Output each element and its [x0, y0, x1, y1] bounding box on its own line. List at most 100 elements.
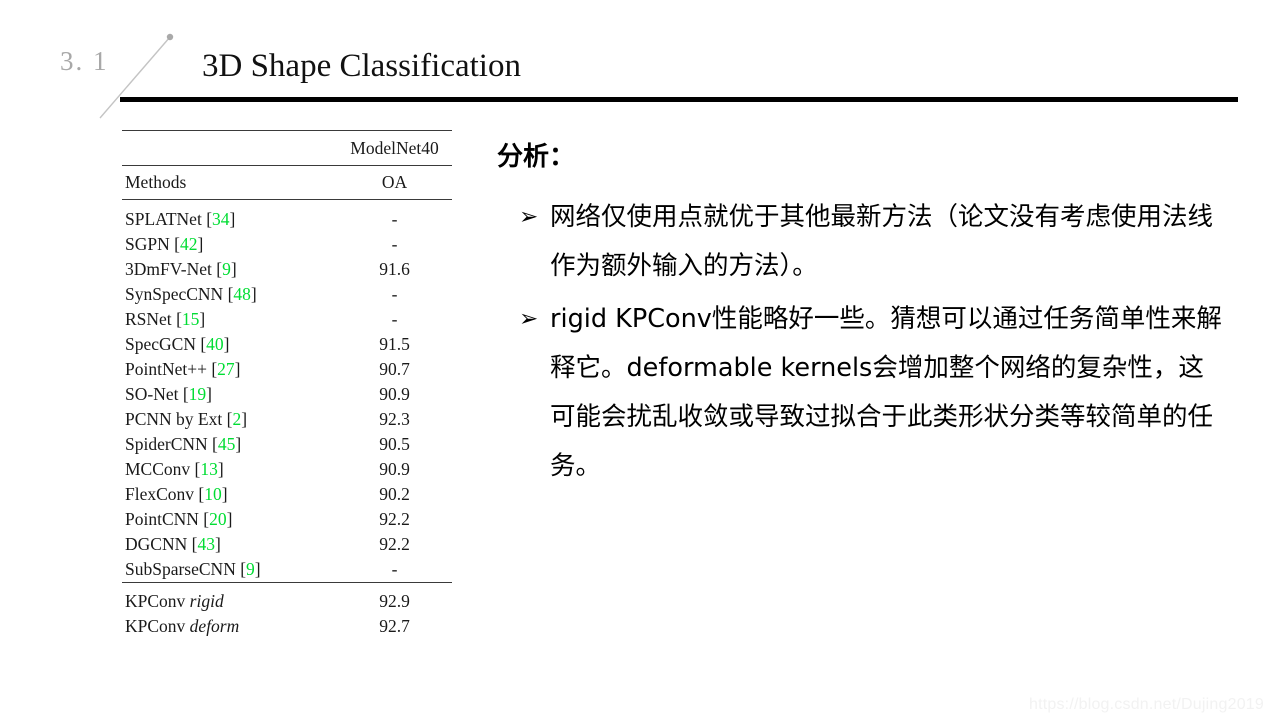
results-table-container: ModelNet40 Methods OA SPLATNet [34] - SGPN [4…	[122, 130, 452, 639]
citation-bracket-close: ]	[199, 309, 206, 329]
table-cell-oa: -	[337, 199, 452, 232]
table-cell-method: SynSpecCNN [48]	[122, 282, 337, 307]
method-name: PointCNN	[125, 509, 204, 529]
table-row: FlexConv [10] 90.2	[122, 482, 452, 507]
table-row-highlight: KPConv rigid 92.9	[122, 583, 452, 615]
citation-bracket-close: ]	[214, 534, 221, 554]
header-divider-rule	[120, 97, 1238, 102]
table-row: PointCNN [20] 92.2	[122, 507, 452, 532]
results-table: ModelNet40 Methods OA SPLATNet [34] - SGPN [4…	[122, 130, 452, 639]
method-name: FlexConv	[125, 484, 199, 504]
table-row: SpiderCNN [45] 90.5	[122, 432, 452, 457]
table-dataset-header-row: ModelNet40	[122, 130, 452, 166]
citation-number: 20	[209, 509, 227, 529]
analysis-bullet-item: ➢ 网络仅使用点就优于其他最新方法（论文没有考虑使用法线作为额外输入的方法）。	[497, 193, 1227, 291]
citation-bracket-close: ]	[241, 409, 248, 429]
table-row: SynSpecCNN [48] -	[122, 282, 452, 307]
table-cell-method: MCConv [13]	[122, 457, 337, 482]
citation-number: 19	[188, 384, 207, 404]
citation-bracket-close: ]	[226, 509, 233, 529]
table-cell-oa: 91.5	[379, 334, 410, 354]
table-cell-method: PCNN by Ext [2]	[122, 407, 337, 432]
method-name: KPConv	[125, 591, 190, 611]
table-cell-method: SubSparseCNN [9]	[122, 557, 337, 583]
table-cell-method: SO-Net [19]	[122, 382, 337, 407]
page-title: 3D Shape Classification	[202, 48, 521, 84]
table-cell-oa: -	[391, 234, 398, 254]
table-cell-oa: -	[391, 309, 398, 329]
table-cell-oa: 90.9	[379, 459, 410, 479]
method-name: MCConv	[125, 459, 195, 479]
method-name: SGPN	[125, 234, 175, 254]
citation-bracket-close: ]	[254, 559, 261, 579]
section-number: 3. 1	[60, 46, 109, 76]
table-cell-method: RSNet [15]	[122, 307, 337, 332]
citation-bracket-close: ]	[235, 434, 242, 454]
citation-number: 48	[233, 284, 251, 304]
table-row: 3DmFV-Net [9] 91.6	[122, 257, 452, 282]
table-cell-oa: -	[391, 284, 398, 304]
table-cell-oa: 90.2	[379, 484, 410, 504]
citation-bracket-close: ]	[221, 484, 228, 504]
table-cell-oa: 90.9	[379, 384, 410, 404]
table-cell-method: 3DmFV-Net [9]	[122, 257, 337, 282]
table-header-methods: Methods	[122, 165, 337, 200]
citation-bracket-close: ]	[206, 384, 212, 404]
analysis-panel: 分析： ➢ 网络仅使用点就优于其他最新方法（论文没有考虑使用法线作为额外输入的方法…	[497, 142, 1227, 495]
table-cell-oa: 92.7	[379, 616, 410, 636]
table-empty-corner-cell	[122, 130, 337, 166]
table-row: DGCNN [43] 92.2	[122, 532, 452, 557]
table-row: RSNet [15] -	[122, 307, 452, 332]
citation-bracket-close: ]	[229, 209, 236, 229]
citation-bracket-close: ]	[217, 459, 224, 479]
table-row: SubSparseCNN [9] -	[122, 557, 452, 583]
citation-number: 27	[217, 359, 235, 379]
table-row: SPLATNet [34] -	[122, 199, 452, 232]
analysis-bullet-text: 网络仅使用点就优于其他最新方法（论文没有考虑使用法线作为额外输入的方法）。	[550, 202, 1214, 282]
citation-number: 40	[206, 334, 224, 354]
method-name: 3DmFV-Net	[125, 259, 217, 279]
method-variant: rigid	[189, 591, 224, 611]
method-name: SubSparseCNN	[125, 559, 241, 579]
method-name: SO-Net	[125, 384, 183, 404]
citation-number: 9	[246, 559, 255, 579]
citation-number: 9	[222, 259, 231, 279]
results-table-body: ModelNet40 Methods OA SPLATNet [34] - SGPN [4…	[122, 130, 452, 640]
method-name: PointNet++	[125, 359, 212, 379]
table-cell-method: SpiderCNN [45]	[122, 432, 337, 457]
table-cell-oa: -	[337, 557, 452, 583]
citation-bracket-close: ]	[197, 234, 204, 254]
table-cell-oa: 92.9	[379, 591, 410, 611]
table-cell-method: KPConv rigid	[122, 583, 337, 615]
watermark-url: https://blog.csdn.net/Dujing2019	[1028, 696, 1264, 713]
analysis-bullet-text: rigid KPConv性能略好一些。猜想可以通过任务简单性来解释它。defor…	[550, 304, 1222, 482]
table-row: SO-Net [19] 90.9	[122, 382, 452, 407]
method-name: PCNN by Ext	[125, 409, 227, 429]
citation-bracket-close: ]	[230, 259, 237, 279]
method-variant: deform	[189, 616, 240, 636]
table-row: SpecGCN [40] 91.5	[122, 332, 452, 357]
method-name: KPConv	[125, 616, 190, 636]
citation-bracket-close: ]	[223, 334, 230, 354]
table-cell-method: SGPN [42]	[122, 232, 337, 257]
table-cell-oa: 92.2	[379, 534, 410, 554]
citation-number: 13	[200, 459, 218, 479]
method-name: SynSpecCNN	[125, 284, 228, 304]
table-row: SGPN [42] -	[122, 232, 452, 257]
table-cell-method: SPLATNet [34]	[122, 199, 337, 232]
table-row-highlight: KPConv deform 92.7	[122, 614, 452, 639]
table-row: MCConv [13] 90.9	[122, 457, 452, 482]
table-cell-oa: 92.2	[379, 509, 410, 529]
citation-number: 42	[179, 234, 198, 254]
table-cell-method: SpecGCN [40]	[122, 332, 337, 357]
citation-number: 45	[217, 434, 236, 454]
citation-bracket-close: ]	[234, 359, 241, 379]
method-name: SpecGCN	[125, 334, 201, 354]
arrow-bullet-icon: ➢	[519, 204, 539, 231]
table-cell-method: PointCNN [20]	[122, 507, 337, 532]
table-cell-oa: 90.5	[379, 434, 410, 454]
citation-number: 15	[181, 309, 200, 329]
citation-number: 43	[197, 534, 215, 554]
table-cell-method: DGCNN [43]	[122, 532, 337, 557]
citation-bracket-close: ]	[250, 284, 257, 304]
